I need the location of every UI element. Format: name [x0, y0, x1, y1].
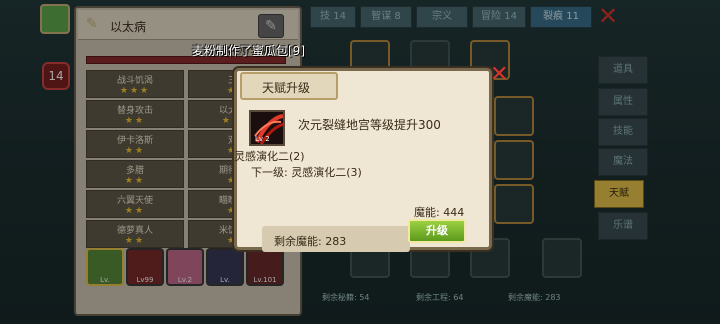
talent-level-badge: Lv 2: [255, 135, 270, 143]
upgrade-button[interactable]: 升级: [408, 219, 466, 243]
talent-description: 次元裂缝地宫等级提升300: [298, 118, 441, 132]
dialog-title: 天赋升级: [262, 81, 311, 95]
close-icon[interactable]: ✕: [490, 62, 508, 87]
mana-cost: 魔能: 444: [414, 206, 465, 219]
toast-message: 麦粉制作了蜜瓜包[9]: [192, 44, 305, 58]
talent-current-name: 灵感演化二(2): [234, 150, 305, 163]
talent-next-level: 下一级: 灵感演化二(3): [251, 166, 362, 179]
remaining-mana: 剩余魔能: 283: [274, 235, 347, 248]
